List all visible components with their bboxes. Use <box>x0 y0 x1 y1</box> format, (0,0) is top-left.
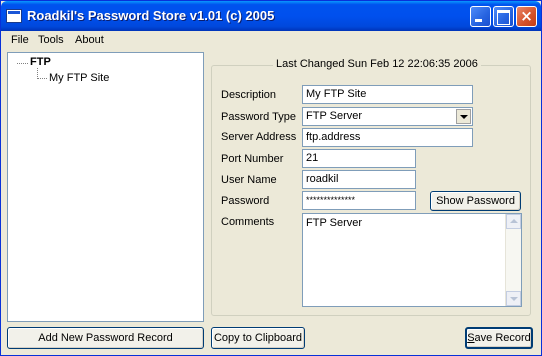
server-address-label: Server Address <box>221 131 297 143</box>
password-type-value: FTP Server <box>306 110 363 122</box>
description-label: Description <box>221 89 277 101</box>
comments-textarea[interactable]: FTP Server <box>302 213 522 307</box>
save-record-button[interactable]: Save Record <box>465 327 533 349</box>
menu-tools[interactable]: Tools <box>38 34 64 46</box>
save-record-label: ave Record <box>474 332 531 344</box>
last-changed-title: Last Changed Sun Feb 12 22:06:35 2006 <box>273 58 481 70</box>
title-bar[interactable]: Roadkil's Password Store v1.01 (c) 2005 … <box>1 1 541 31</box>
minimize-button[interactable] <box>470 6 491 27</box>
tree-connector <box>17 63 28 64</box>
password-label: Password <box>221 195 270 207</box>
port-number-label: Port Number <box>221 153 284 165</box>
app-window: Roadkil's Password Store v1.01 (c) 2005 … <box>0 0 542 356</box>
menu-bar: File Tools About <box>2 31 541 50</box>
description-field[interactable]: My FTP Site <box>302 85 473 104</box>
comments-value: FTP Server <box>306 217 363 229</box>
scroll-down-arrow-icon[interactable] <box>506 291 521 306</box>
user-name-field[interactable]: roadkil <box>302 170 416 189</box>
add-record-button[interactable]: Add New Password Record <box>7 327 204 349</box>
window-title: Roadkil's Password Store v1.01 (c) 2005 <box>27 8 275 23</box>
record-tree[interactable]: FTP My FTP Site <box>7 52 204 322</box>
user-name-label: User Name <box>221 174 277 186</box>
server-address-field[interactable]: ftp.address <box>302 128 473 147</box>
scroll-up-arrow-icon[interactable] <box>506 214 521 229</box>
maximize-button[interactable] <box>493 6 514 27</box>
password-type-label: Password Type <box>221 111 297 123</box>
tree-connector <box>37 78 47 79</box>
password-type-select[interactable]: FTP Server <box>302 107 473 126</box>
tree-node-ftp[interactable]: FTP <box>30 56 51 68</box>
close-button[interactable]: × <box>516 6 537 27</box>
save-record-accel: S <box>467 332 475 344</box>
copy-to-clipboard-button[interactable]: Copy to Clipboard <box>211 327 305 349</box>
menu-about[interactable]: About <box>75 34 104 46</box>
password-field[interactable]: ************** <box>302 191 416 210</box>
app-window-icon[interactable] <box>6 9 22 23</box>
port-number-field[interactable]: 21 <box>302 149 416 168</box>
comments-label: Comments <box>221 216 275 228</box>
show-password-button[interactable]: Show Password <box>430 191 521 211</box>
comments-scrollbar[interactable] <box>505 214 521 306</box>
close-icon: × <box>520 7 533 25</box>
menu-file[interactable]: File <box>11 34 29 46</box>
chevron-down-icon[interactable] <box>456 109 471 124</box>
tree-node-my-ftp-site[interactable]: My FTP Site <box>49 72 109 84</box>
